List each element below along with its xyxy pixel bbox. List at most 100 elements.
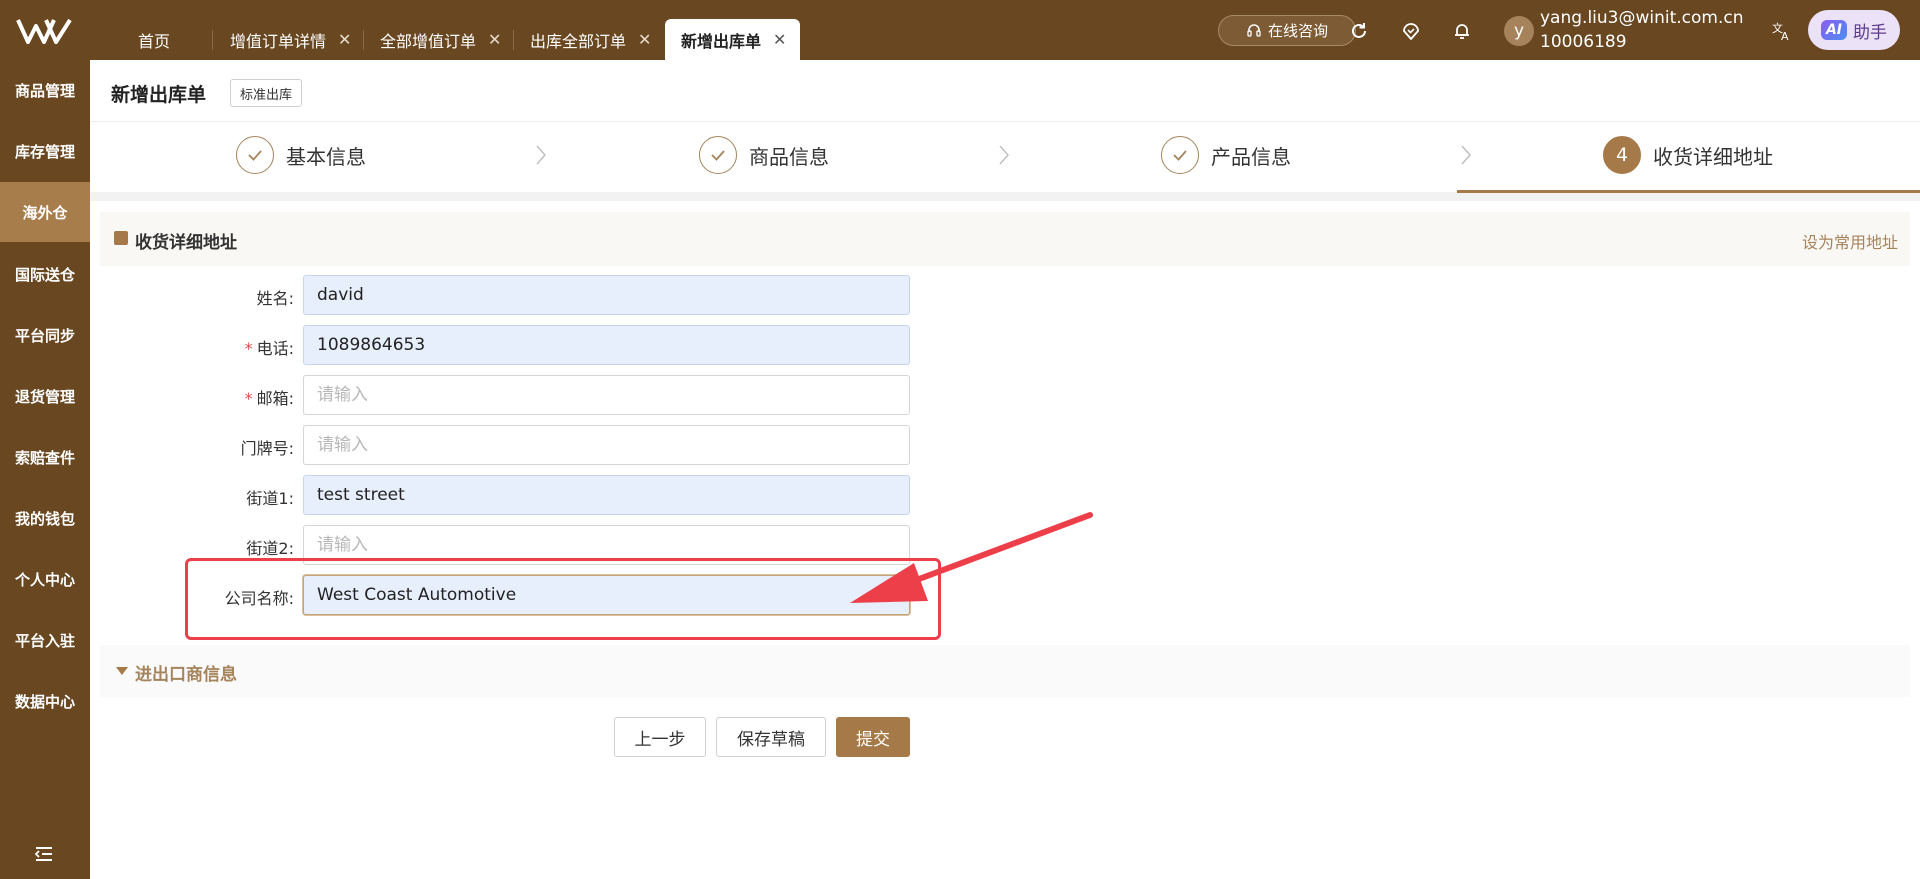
tab-divider (212, 30, 213, 50)
form-row-email: * 邮箱: (100, 375, 920, 415)
street2-input[interactable] (303, 525, 910, 565)
bell-icon[interactable] (1450, 19, 1474, 43)
refresh-icon[interactable] (1347, 19, 1371, 43)
company-name-label-text: 公司名称: (224, 589, 294, 608)
sidebar-item-platform-onboarding[interactable]: 平台入驻 (0, 610, 90, 670)
step-goods-info[interactable]: 商品信息 (699, 136, 829, 174)
sidebar: 商品管理 库存管理 海外仓 国际送仓 平台同步 退货管理 索赔查件 我的钱包 个… (0, 60, 90, 879)
sidebar-item-my-wallet[interactable]: 我的钱包 (0, 488, 90, 548)
tab-new-outbound-order[interactable]: 新增出库单 ✕ (665, 19, 800, 60)
email-label-text: 邮箱: (256, 389, 294, 408)
address-section-title: 收货详细地址 (135, 233, 237, 253)
close-icon[interactable]: ✕ (488, 30, 501, 49)
close-icon[interactable]: ✕ (773, 30, 786, 49)
name-input[interactable] (303, 275, 910, 315)
caret-down-icon (116, 667, 128, 675)
sidebar-item-data-center[interactable]: 数据中心 (0, 671, 90, 731)
phone-label: * 电话: (245, 335, 294, 359)
step-label: 收货详细地址 (1653, 144, 1773, 169)
sidebar-item-claims-tracking[interactable]: 索赔查件 (0, 427, 90, 487)
step-label: 产品信息 (1211, 144, 1291, 169)
avatar[interactable]: y (1504, 16, 1534, 46)
company-name-input[interactable] (303, 575, 910, 615)
step-product-info[interactable]: 产品信息 (1161, 136, 1291, 174)
submit-button[interactable]: 提交 (836, 717, 910, 757)
ai-badge: AI (1820, 20, 1848, 40)
save-draft-button[interactable]: 保存草稿 (716, 717, 826, 757)
sidebar-item-inventory-management[interactable]: 库存管理 (0, 121, 90, 181)
form-row-name: 姓名: (100, 275, 920, 315)
chevron-right-icon (999, 145, 1010, 165)
sidebar-item-personal-center[interactable]: 个人中心 (0, 549, 90, 609)
logo-icon[interactable] (16, 14, 72, 48)
check-icon (1161, 136, 1199, 174)
phone-label-text: 电话: (256, 339, 294, 358)
sidebar-item-platform-sync[interactable]: 平台同步 (0, 305, 90, 365)
sidebar-item-product-management[interactable]: 商品管理 (0, 60, 90, 120)
importer-section-title: 进出口商信息 (135, 665, 237, 685)
step-basic-info[interactable]: 基本信息 (236, 136, 366, 174)
required-mark: * (244, 389, 253, 408)
form-row-house-number: 门牌号: (100, 425, 920, 465)
house-number-input[interactable] (303, 425, 910, 465)
top-bar: 首页 增值订单详情 ✕ 全部增值订单 ✕ 出库全部订单 ✕ 新增出库单 ✕ 在线… (0, 0, 1920, 60)
close-icon[interactable]: ✕ (338, 30, 351, 49)
required-mark: * (244, 339, 253, 358)
house-number-label-text: 门牌号: (240, 439, 294, 458)
active-step-indicator (1457, 190, 1920, 193)
street1-label-text: 街道1: (246, 489, 294, 508)
location-icon[interactable] (1399, 19, 1423, 43)
page-header: 新增出库单 标准出库 (90, 60, 1920, 122)
house-number-label: 门牌号: (241, 435, 294, 459)
email-label: * 邮箱: (245, 385, 294, 409)
chevron-right-icon (536, 145, 547, 165)
steps-bar: 基本信息 商品信息 产品信息 4 收货详细地址 (90, 122, 1920, 194)
steps-divider (90, 192, 1920, 201)
street2-label-text: 街道2: (246, 539, 294, 558)
step-label: 基本信息 (286, 144, 366, 169)
user-email[interactable]: yang.liu3@winit.com.cn (1540, 8, 1744, 28)
collapse-icon[interactable] (114, 231, 128, 245)
form-row-company-name: 公司名称: (100, 575, 920, 615)
set-default-address-link[interactable]: 设为常用地址 (1802, 229, 1898, 253)
page-title: 新增出库单 (111, 84, 207, 106)
company-name-label: 公司名称: (225, 585, 294, 609)
headset-icon (1247, 23, 1261, 37)
address-section-header: 收货详细地址 设为常用地址 (100, 212, 1910, 266)
tab-value-added-order-detail[interactable]: 增值订单详情 ✕ (214, 19, 364, 60)
importer-section-header[interactable]: 进出口商信息 (100, 645, 1910, 697)
street1-input[interactable] (303, 475, 910, 515)
form-row-street2: 街道2: (100, 525, 920, 565)
form-row-street1: 街道1: (100, 475, 920, 515)
email-input[interactable] (303, 375, 910, 415)
check-icon (699, 136, 737, 174)
menu-collapse-icon[interactable] (33, 843, 55, 865)
street1-label: 街道1: (246, 485, 294, 509)
name-label: 姓名: (257, 285, 294, 309)
online-consult-button[interactable]: 在线咨询 (1218, 15, 1356, 46)
step-label: 商品信息 (749, 144, 829, 169)
sidebar-item-international-delivery[interactable]: 国际送仓 (0, 244, 90, 304)
tab-label: 新增出库单 (681, 31, 762, 51)
online-consult-label: 在线咨询 (1267, 22, 1328, 40)
step-shipping-address[interactable]: 4 收货详细地址 (1603, 136, 1773, 174)
tab-all-value-added-orders[interactable]: 全部增值订单 ✕ (364, 19, 514, 60)
tab-all-outbound-orders[interactable]: 出库全部订单 ✕ (514, 19, 664, 60)
translate-icon[interactable]: 文A (1770, 19, 1794, 43)
sidebar-item-overseas-warehouse[interactable]: 海外仓 (0, 182, 90, 242)
svg-text:A: A (1781, 30, 1789, 42)
check-icon (236, 136, 274, 174)
phone-input[interactable] (303, 325, 910, 365)
close-icon[interactable]: ✕ (638, 30, 651, 49)
order-type-tag: 标准出库 (230, 79, 303, 107)
tab-label: 全部增值订单 (380, 31, 477, 51)
chevron-right-icon (1461, 145, 1472, 165)
form-row-phone: * 电话: (100, 325, 920, 365)
ai-assistant-label: 助手 (1853, 22, 1888, 43)
ai-assistant-button[interactable]: AI 助手 (1808, 10, 1900, 50)
step-number: 4 (1603, 136, 1641, 174)
street2-label: 街道2: (246, 535, 294, 559)
sidebar-item-returns-management[interactable]: 退货管理 (0, 366, 90, 426)
tab-label: 增值订单详情 (230, 31, 327, 51)
previous-step-button[interactable]: 上一步 (614, 717, 706, 757)
